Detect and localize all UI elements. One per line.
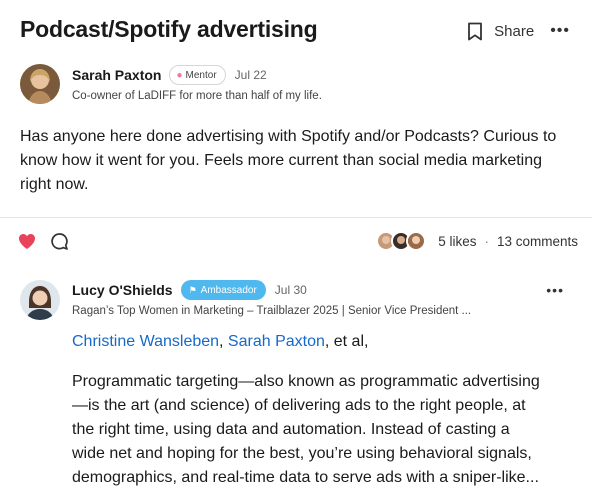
comments-count[interactable]: 13 comments bbox=[497, 234, 578, 249]
bookmark-icon[interactable] bbox=[464, 20, 486, 42]
comment-meta: Lucy O'Shields ⚑ Ambassador Jul 30 Ragan… bbox=[72, 280, 572, 320]
post-author: Sarah Paxton ● Mentor Jul 22 Co-owner of… bbox=[20, 64, 322, 104]
divider bbox=[0, 217, 592, 218]
liker-avatars[interactable] bbox=[376, 231, 427, 251]
flag-icon: ⚑ bbox=[188, 284, 197, 295]
avatar[interactable] bbox=[20, 64, 60, 104]
comment-mentions: Christine Wansleben, Sarah Paxton, et al… bbox=[72, 330, 368, 354]
avatar bbox=[406, 231, 427, 251]
post-body: Has anyone here done advertising with Sp… bbox=[20, 128, 557, 193]
commenter-headline: Ragan’s Top Women in Marketing – Trailbl… bbox=[72, 305, 472, 317]
reaction-bar bbox=[18, 232, 69, 251]
stats-separator: · bbox=[484, 233, 489, 249]
author-meta: Sarah Paxton ● Mentor Jul 22 Co-owner of… bbox=[72, 64, 322, 104]
likes-count[interactable]: 5 likes bbox=[438, 234, 476, 249]
post-date: Jul 22 bbox=[234, 68, 267, 82]
ambassador-badge: ⚑ Ambassador bbox=[180, 280, 266, 300]
comment-icon[interactable] bbox=[50, 232, 69, 251]
post-title: Podcast/Spotify advertising bbox=[20, 16, 318, 42]
author-name[interactable]: Sarah Paxton bbox=[72, 67, 161, 83]
mention-separator: , bbox=[219, 333, 228, 350]
comment: Lucy O'Shields ⚑ Ambassador Jul 30 Ragan… bbox=[20, 280, 572, 320]
comment-body: Programmatic targeting—also known as pro… bbox=[72, 373, 540, 486]
mention-tail: , et al, bbox=[324, 333, 369, 350]
mention-link[interactable]: Sarah Paxton bbox=[228, 333, 325, 350]
more-icon[interactable]: ••• bbox=[550, 23, 570, 39]
ambassador-badge-label: Ambassador bbox=[200, 284, 257, 296]
avatar[interactable] bbox=[20, 280, 60, 320]
comment-more-icon[interactable]: ••• bbox=[546, 282, 564, 298]
post-actions: Share ••• bbox=[464, 20, 570, 42]
brain-icon: ● bbox=[176, 69, 183, 81]
mentor-badge-label: Mentor bbox=[185, 69, 217, 81]
comment-date: Jul 30 bbox=[274, 283, 307, 297]
mentor-badge: ● Mentor bbox=[169, 65, 226, 85]
heart-icon[interactable] bbox=[18, 233, 36, 251]
share-button[interactable]: Share bbox=[494, 23, 534, 40]
post-stats: 5 likes · 13 comments bbox=[376, 231, 578, 251]
commenter-name[interactable]: Lucy O'Shields bbox=[72, 282, 173, 298]
author-bio: Co-owner of LaDIFF for more than half of… bbox=[72, 90, 322, 102]
mention-link[interactable]: Christine Wansleben bbox=[72, 333, 219, 350]
